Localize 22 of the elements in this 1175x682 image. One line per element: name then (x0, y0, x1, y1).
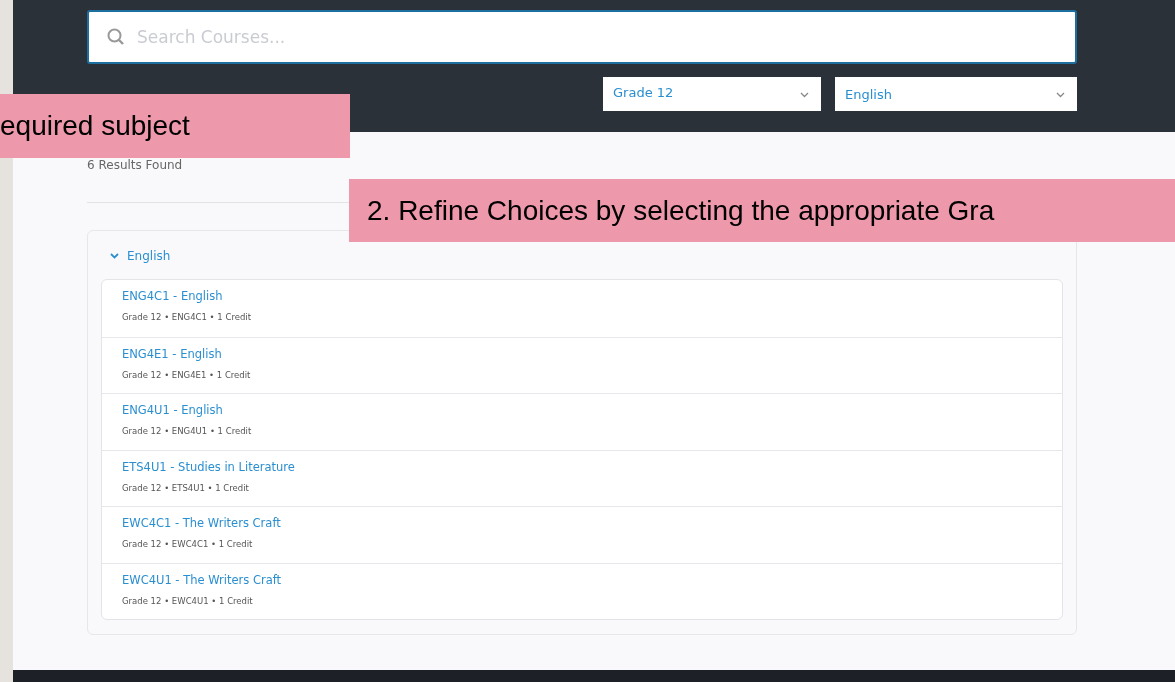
course-link[interactable]: ENG4U1 - English (122, 402, 1042, 420)
chevron-down-icon (800, 92, 809, 98)
course-link[interactable]: EWC4C1 - The Writers Craft (122, 515, 1042, 533)
course-details: Grade 12 • ENG4U1 • 1 Credit (122, 425, 253, 438)
course-details: Grade 12 • EWC4C1 • 1 Credit (122, 538, 254, 551)
filter-dropdown[interactable]: English (835, 77, 1077, 111)
group-header[interactable]: English (101, 247, 1063, 265)
course-details: Grade 12 • ETS4U1 • 1 Credit (122, 481, 250, 495)
results-count: 6 Results Found (87, 157, 184, 174)
course-link[interactable]: EWC4U1 - The Writers Craft (122, 571, 1042, 589)
chevron-down-icon (110, 253, 119, 259)
course-link[interactable]: ETS4U1 - Studies in Literature (122, 458, 1042, 476)
course-details: Grade 12 • EWC4U1 • 1 Credit (122, 594, 254, 608)
chevron-down-icon (1056, 92, 1065, 98)
annotation-callout: equired subject (0, 94, 350, 158)
course-details: Grade 12 • ENG4C1 • 1 Credit (122, 311, 252, 324)
search-icon (107, 28, 125, 46)
course-link[interactable]: ENG4C1 - English (122, 288, 1042, 306)
filter-dropdown[interactable]: Grade 12 (603, 77, 821, 111)
course-link[interactable]: ENG4E1 - English (122, 345, 1042, 363)
annotation-callout: 2. Refine Choices by selecting the appropriate Gra (349, 179, 1175, 242)
course-details: Grade 12 • ENG4E1 • 1 Credit (122, 368, 252, 382)
